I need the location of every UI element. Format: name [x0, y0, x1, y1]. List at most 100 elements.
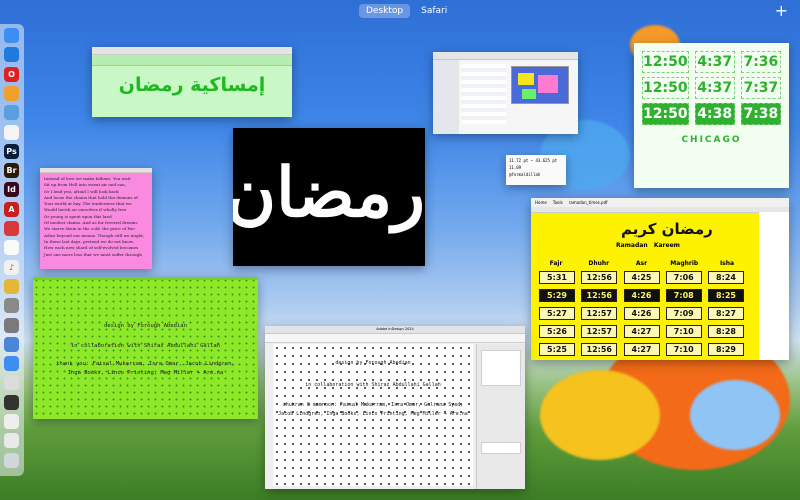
- app-red-icon[interactable]: [4, 221, 19, 236]
- bridge-icon[interactable]: Br: [4, 163, 19, 179]
- prayer-time-cell: 8:24: [708, 271, 744, 284]
- prayer-time-cell: 7:06: [665, 271, 702, 284]
- prayer-time-cell: 12:57: [581, 307, 618, 320]
- prayer-time-cell: 7:10: [665, 325, 702, 338]
- indesign-toolbar: [265, 334, 525, 343]
- pdf-tab[interactable]: Home: [535, 200, 547, 205]
- folder-downloads-icon[interactable]: [4, 356, 19, 372]
- credits-line-collab: in collaboration with Shiraz Abdullahi G…: [70, 343, 220, 349]
- prayer-time-cell: 4:25: [623, 271, 660, 284]
- clock-time: 7:36: [740, 51, 781, 73]
- finder-list: [461, 64, 506, 124]
- photos-icon[interactable]: [4, 85, 19, 101]
- indesign-icon[interactable]: Id: [4, 182, 19, 198]
- clock-time: 12:50: [642, 51, 689, 73]
- window-credits-green[interactable]: design by Forough Abedian in collaborati…: [33, 277, 258, 419]
- app-white-icon[interactable]: [4, 240, 19, 256]
- indesign-page: design by Forough Abedian in collaborati…: [273, 344, 473, 486]
- credits-line-thanks-2: Inga Books, Linco Printing, Meg Miller +…: [67, 370, 224, 376]
- prayer-time-cell: 4:27: [623, 325, 660, 338]
- prayer-time-cell: 7:10: [665, 343, 702, 356]
- window-prayer-times[interactable]: Home Tools ramadan_times.pdf رمضان كريم Ra…: [531, 198, 789, 360]
- poem-line: Just one more loss that we must suffer t…: [44, 251, 142, 257]
- prayer-time-cell: 7:09: [665, 307, 702, 320]
- credits2-line-collab: in collaboration with Shiraz Abdullahi G…: [305, 382, 441, 388]
- document-icon[interactable]: [4, 414, 19, 429]
- folder-icon[interactable]: [4, 278, 19, 294]
- prayer-header-cell: Isha: [719, 260, 735, 267]
- prayer-header-cell: Fajr: [549, 260, 563, 267]
- app-light-icon[interactable]: [4, 433, 19, 449]
- app-dark-icon[interactable]: [4, 394, 19, 410]
- photoshop-icon[interactable]: Ps: [4, 143, 19, 159]
- poem-line: We starve them in the cold, the price of…: [44, 226, 136, 232]
- window-info-panel[interactable]: 11.72 pt — 43.625 pt 11.09 @formaldillah: [506, 155, 566, 185]
- settings-icon[interactable]: [4, 317, 19, 333]
- table-row: 5:25 12:56 4:27 7:10 8:29: [539, 343, 744, 356]
- prayer-time-cell: 5:25: [539, 343, 575, 356]
- space-tab-safari[interactable]: Safari: [414, 4, 454, 18]
- prayer-sidebar: [759, 212, 789, 360]
- table-row: 5:27 12:57 4:26 7:09 8:27: [539, 307, 744, 320]
- window-calligraphy[interactable]: رمضان: [233, 128, 425, 266]
- finder-icon[interactable]: [4, 28, 19, 43]
- prayer-time-cell: 5:31: [539, 271, 575, 284]
- prayer-subtitle: Ramadan Kareem: [616, 242, 680, 249]
- finder-sidebar: [433, 60, 459, 134]
- prayer-time-cell: 5:29: [539, 289, 575, 302]
- window-titlebar[interactable]: Adobe InDesign 2024: [265, 326, 525, 334]
- window-poem[interactable]: Instead of love we make fallows. You wai…: [40, 168, 152, 269]
- finder-preview-image: [511, 66, 569, 104]
- window-indesign[interactable]: Adobe InDesign 2024 design by Forough Ab…: [265, 326, 525, 489]
- prayer-header-cell: Asr: [635, 260, 648, 267]
- window-clocks[interactable]: 12:50 4:37 7:36 12:50 4:37 7:37 12:50 4:38 7:38 …: [634, 43, 789, 188]
- pdf-toolbar: [531, 207, 789, 213]
- acrobat-icon[interactable]: A: [4, 201, 19, 217]
- space-tab-desktop[interactable]: Desktop: [359, 4, 411, 18]
- imsakiya-arabic-title: إمساكية رمضان: [118, 74, 266, 96]
- spaces-bar: Desktop Safari: [359, 4, 454, 18]
- wallpaper-blob-yellow: [540, 370, 660, 460]
- prayer-time-cell: 5:26: [539, 325, 575, 338]
- window-imsakiya[interactable]: إمساكية رمضان: [92, 47, 292, 117]
- info-line-3: @formaldillah: [509, 172, 541, 177]
- poem-line: How each new shard of self-evolved becom…: [44, 245, 139, 251]
- safari-icon[interactable]: [4, 47, 19, 63]
- window-titlebar[interactable]: [33, 277, 258, 280]
- credits2-line-thanks: shukran & mamnoon: Faisal Mukarram, Isra…: [282, 402, 464, 408]
- credits2-line-design: design by Forough Abedian: [335, 360, 411, 366]
- window-titlebar[interactable]: [433, 52, 578, 60]
- notes-icon[interactable]: [4, 124, 19, 140]
- add-space-button[interactable]: +: [775, 1, 788, 20]
- opera-icon[interactable]: O: [4, 66, 19, 82]
- info-line-2: 11.09: [509, 165, 522, 170]
- trash-icon[interactable]: [4, 452, 19, 468]
- calligraphy-arabic: رمضان: [233, 153, 425, 233]
- clock-time: 4:37: [694, 77, 735, 99]
- pdf-tabbar: Home Tools ramadan_times.pdf: [531, 198, 789, 207]
- clock-time: 7:37: [740, 77, 781, 99]
- preview-icon[interactable]: [4, 105, 19, 121]
- pdf-tab[interactable]: Tools: [553, 200, 563, 205]
- clock-city-label: CHICAGO: [681, 135, 742, 145]
- window-finder[interactable]: [433, 52, 578, 134]
- prayer-time-cell: 4:27: [623, 343, 660, 356]
- music-icon[interactable]: ♪: [4, 259, 19, 275]
- clock-time: 12:50: [642, 103, 689, 125]
- prayer-time-cell: 8:28: [708, 325, 744, 338]
- window-titlebar[interactable]: [92, 47, 292, 55]
- indesign-panels: [476, 344, 525, 489]
- prayer-table-header: Fajr Dhuhr Asr Maghrib Isha: [539, 260, 744, 267]
- dock: O Ps Br Id A ♪: [0, 24, 24, 476]
- mission-control-bar: Desktop Safari +: [0, 0, 800, 22]
- prayer-time-cell: 7:08: [665, 289, 702, 302]
- credits2-line-thanks-2: Jacob Lindgren, Inga Books, Linco Printi…: [278, 411, 468, 417]
- prayer-times-table: Fajr Dhuhr Asr Maghrib Isha 5:31 12:56 4:25 7:0…: [539, 260, 744, 360]
- table-row: 5:31 12:56 4:25 7:06 8:24: [539, 271, 744, 284]
- prayer-header-cell: Maghrib: [670, 260, 699, 267]
- app-blue-icon[interactable]: [4, 336, 19, 352]
- app-list-icon[interactable]: [4, 375, 19, 391]
- app-gray-icon[interactable]: [4, 298, 19, 314]
- pdf-tab[interactable]: ramadan_times.pdf: [569, 200, 608, 205]
- prayer-time-cell: 8:25: [708, 289, 744, 302]
